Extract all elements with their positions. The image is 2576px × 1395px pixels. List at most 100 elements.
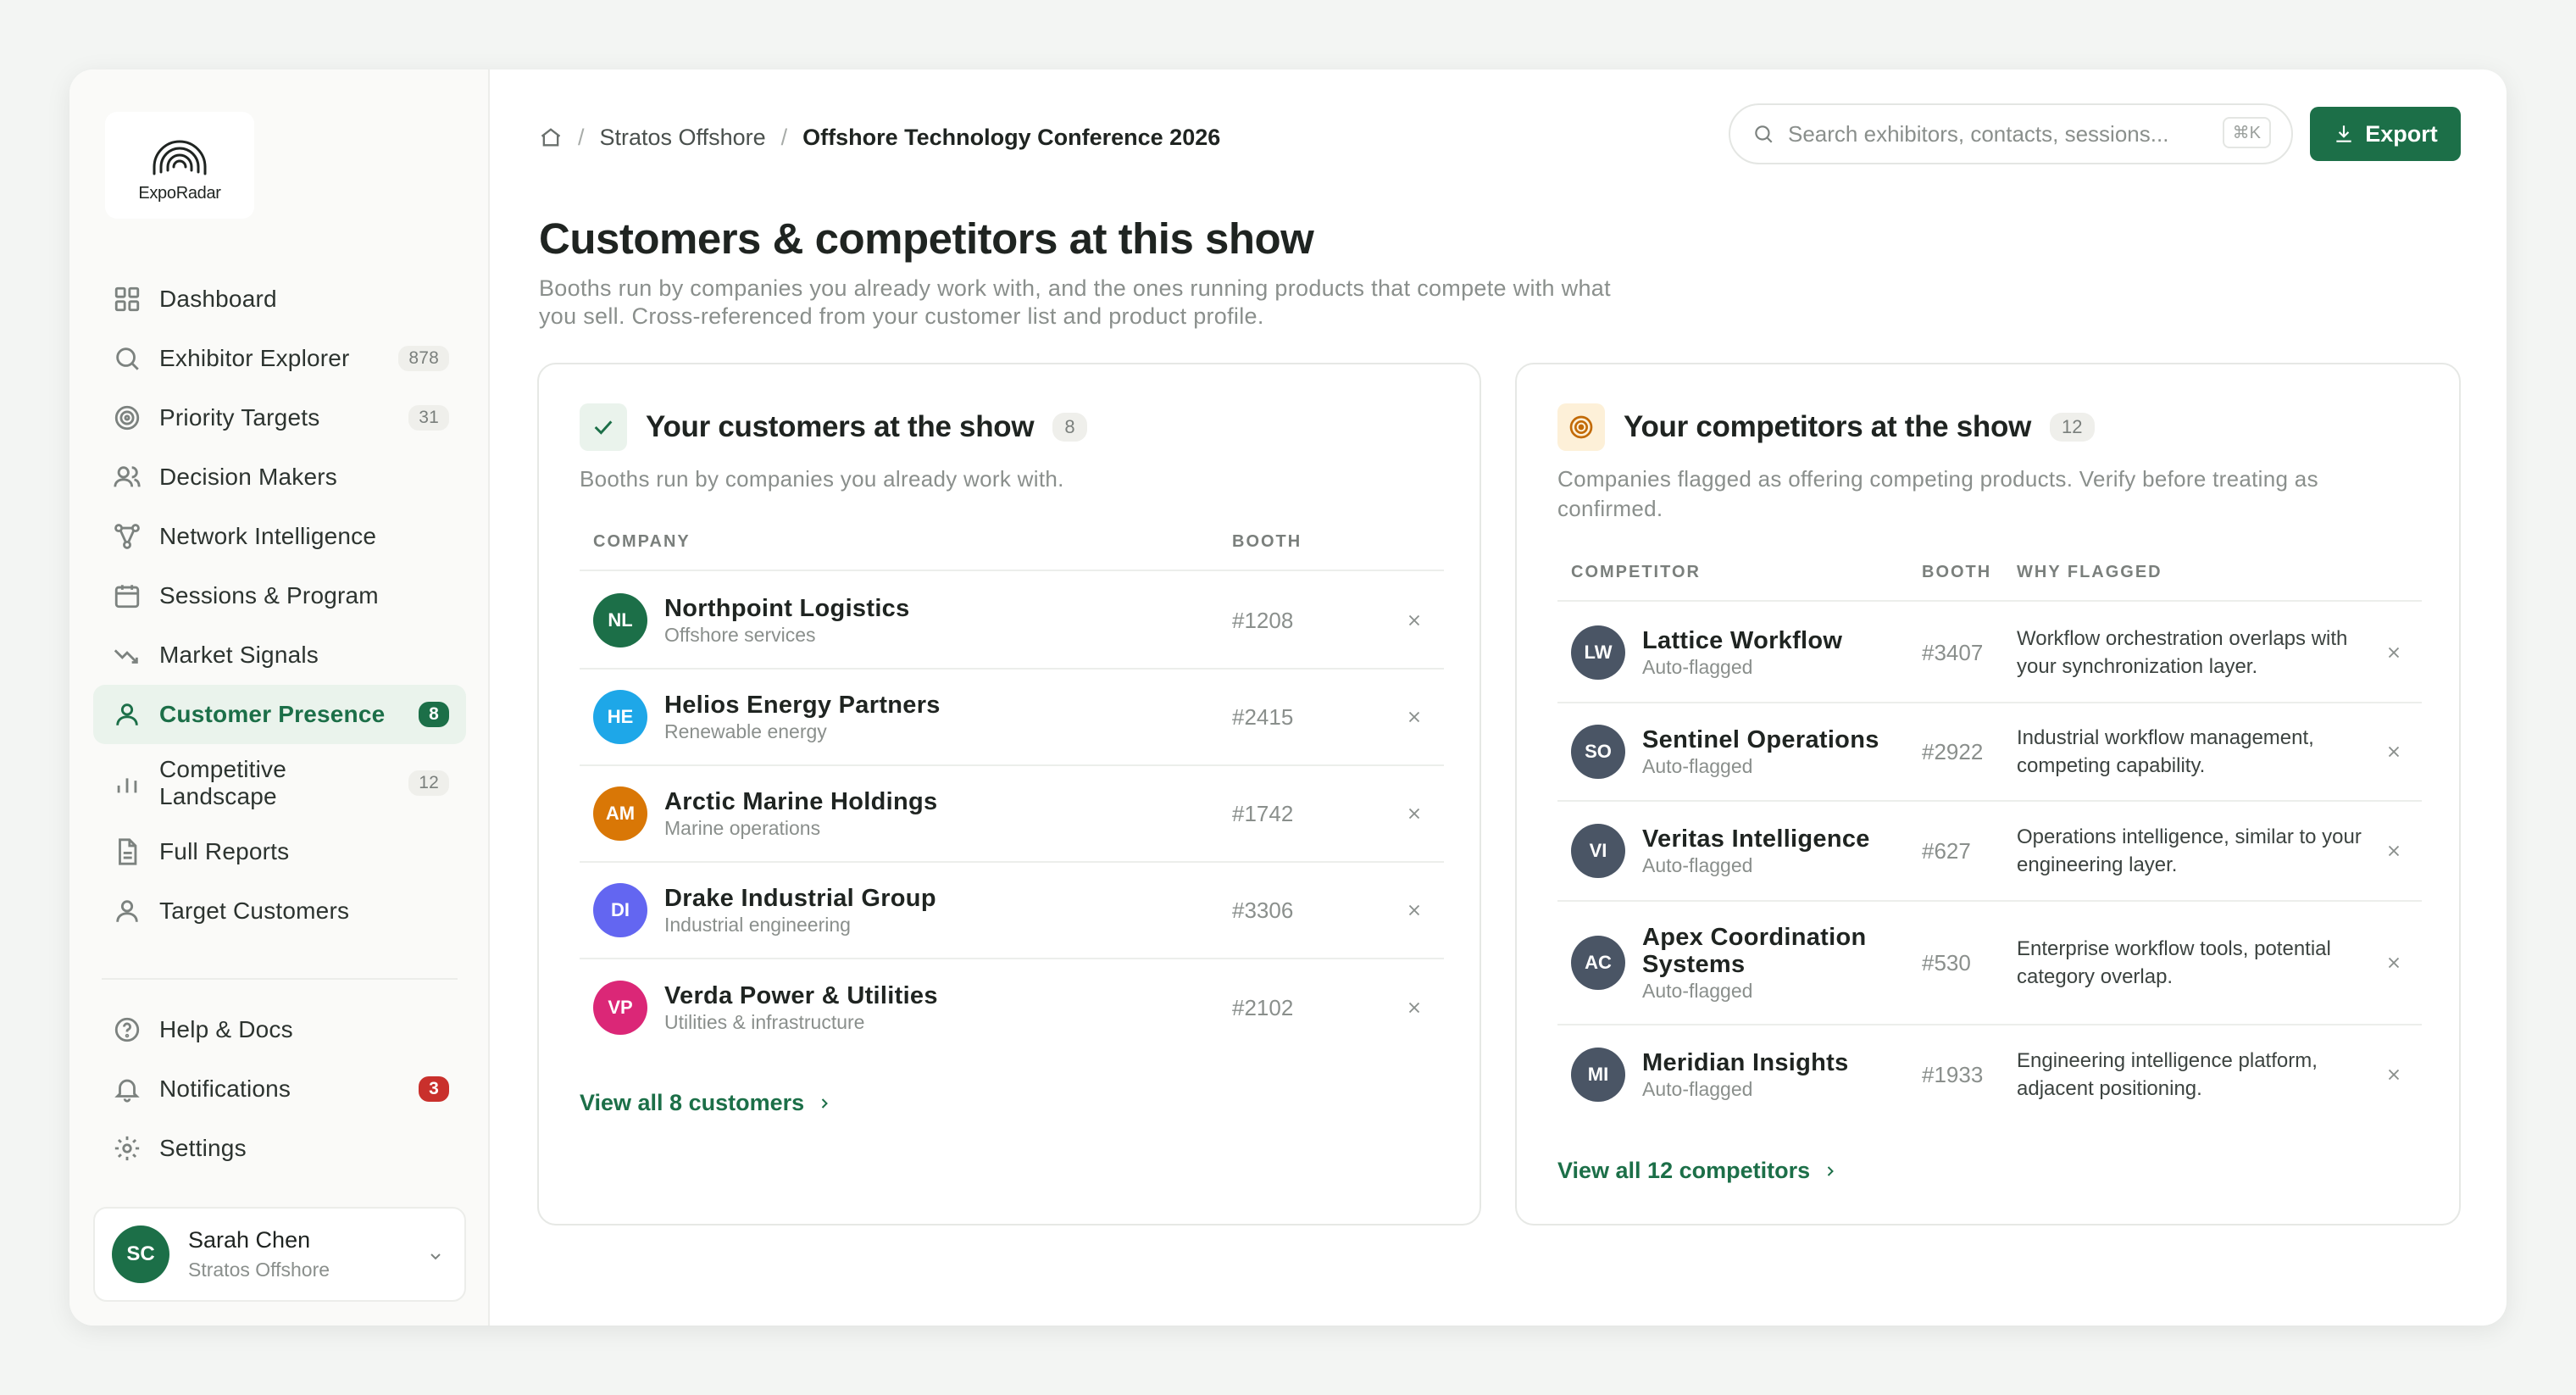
company-avatar: SO xyxy=(1571,725,1625,779)
grid-icon xyxy=(112,284,142,314)
sidebar-item-competitive-landscape[interactable]: Competitive Landscape 12 xyxy=(93,744,466,822)
user-menu[interactable]: SC Sarah Chen Stratos Offshore xyxy=(93,1207,466,1302)
table-header: COMPANY BOOTH xyxy=(580,514,1444,571)
sidebar-item-help-docs[interactable]: Help & Docs xyxy=(93,1000,466,1059)
user-org: Stratos Offshore xyxy=(188,1259,330,1281)
radar-logo-icon xyxy=(153,140,207,175)
sidebar-item-market-signals[interactable]: Market Signals xyxy=(93,625,466,685)
table-row[interactable]: SO Sentinel Operations Auto-flagged #292… xyxy=(1557,703,2422,802)
sidebar-item-priority-targets[interactable]: Priority Targets 31 xyxy=(93,388,466,447)
competitor-name[interactable]: Veritas Intelligence xyxy=(1642,825,1913,853)
calendar-icon xyxy=(112,581,142,611)
close-icon[interactable] xyxy=(1405,708,1424,726)
close-icon[interactable] xyxy=(2384,643,2403,662)
bar-chart-icon xyxy=(112,768,142,798)
competitor-name[interactable]: Meridian Insights xyxy=(1642,1049,1913,1076)
card-subtitle: Booths run by companies you already work… xyxy=(580,466,1064,492)
search-icon xyxy=(1755,125,1773,143)
sidebar-item-target-customers[interactable]: Target Customers xyxy=(93,881,466,941)
user-icon xyxy=(112,896,142,926)
table-row[interactable]: NL Northpoint Logistics Offshore service… xyxy=(580,573,1444,670)
sidebar-item-network-intelligence[interactable]: Network Intelligence xyxy=(93,507,466,566)
sidebar-item-label: Help & Docs xyxy=(159,1016,293,1042)
sidebar-item-label: Market Signals xyxy=(159,642,319,668)
column-header[interactable]: WHY FLAGGED xyxy=(2017,563,2162,582)
sidebar-item-label: Sessions & Program xyxy=(159,582,379,609)
table-row[interactable]: MI Meridian Insights Auto-flagged #1933 … xyxy=(1557,1025,2422,1124)
column-header[interactable]: BOOTH xyxy=(1232,532,1302,552)
sidebar-item-label: Competitive Landscape xyxy=(159,756,287,809)
sidebar-item-label: Notifications xyxy=(159,1075,291,1102)
close-icon[interactable] xyxy=(1405,611,1424,630)
count-badge: 31 xyxy=(408,405,449,431)
competitor-name[interactable]: Sentinel Operations xyxy=(1642,726,1913,753)
company-name[interactable]: Drake Industrial Group xyxy=(664,885,936,912)
close-icon[interactable] xyxy=(1405,804,1424,823)
count-badge: 878 xyxy=(398,346,449,371)
sidebar-item-label: Priority Targets xyxy=(159,404,320,431)
sidebar-item-sessions-program[interactable]: Sessions & Program xyxy=(93,566,466,625)
sidebar-item-decision-makers[interactable]: Decision Makers xyxy=(93,447,466,507)
sidebar-item-full-reports[interactable]: Full Reports xyxy=(93,822,466,881)
export-button[interactable]: Export xyxy=(2310,107,2461,161)
company-sector: Offshore services xyxy=(664,623,816,646)
sidebar-item-exhibitor-explorer[interactable]: Exhibitor Explorer 878 xyxy=(93,329,466,388)
logo-text: ExpoRadar xyxy=(138,183,221,203)
target-icon xyxy=(112,403,142,433)
why-flagged: Industrial workflow management, competin… xyxy=(2017,726,2314,777)
table-row[interactable]: HE Helios Energy Partners Renewable ener… xyxy=(580,670,1444,766)
breadcrumb-item[interactable]: Stratos Offshore xyxy=(600,125,766,151)
view-all-customers-link[interactable]: View all 8 customers xyxy=(580,1090,833,1116)
close-icon[interactable] xyxy=(1405,998,1424,1017)
column-header[interactable]: COMPETITOR xyxy=(1571,563,1701,582)
company-avatar: HE xyxy=(593,690,647,744)
company-name[interactable]: Northpoint Logistics xyxy=(664,595,910,622)
sidebar-item-settings[interactable]: Settings xyxy=(93,1119,466,1178)
competitor-name[interactable]: Apex Coordination Systems xyxy=(1642,924,1888,978)
company-name[interactable]: Verda Power & Utilities xyxy=(664,982,938,1009)
sidebar-item-dashboard[interactable]: Dashboard xyxy=(93,270,466,329)
logo[interactable]: ExpoRadar xyxy=(105,112,254,219)
table-row[interactable]: VP Verda Power & Utilities Utilities & i… xyxy=(580,959,1444,1056)
company-avatar: DI xyxy=(593,883,647,937)
company-name[interactable]: Arctic Marine Holdings xyxy=(664,788,937,815)
close-icon[interactable] xyxy=(2384,842,2403,860)
user-name: Sarah Chen xyxy=(188,1227,311,1253)
table-row[interactable]: DI Drake Industrial Group Industrial eng… xyxy=(580,863,1444,959)
flag-status: Auto-flagged xyxy=(1642,1077,1753,1100)
search-input[interactable] xyxy=(1788,120,2212,147)
company-name[interactable]: Helios Energy Partners xyxy=(664,692,941,719)
company-sector: Renewable energy xyxy=(664,720,827,742)
table-row[interactable]: AM Arctic Marine Holdings Marine operati… xyxy=(580,766,1444,863)
count-badge: 8 xyxy=(419,702,449,727)
sidebar-item-customer-presence[interactable]: Customer Presence 8 xyxy=(93,685,466,744)
why-flagged: Workflow orchestration overlaps with you… xyxy=(2017,627,2348,678)
close-icon[interactable] xyxy=(1405,901,1424,920)
view-all-competitors-link[interactable]: View all 12 competitors xyxy=(1557,1158,1839,1184)
close-icon[interactable] xyxy=(2384,1065,2403,1084)
why-flagged: Enterprise workflow tools, potential cat… xyxy=(2017,937,2331,988)
competitors-card: Your competitors at the show 12 Companie… xyxy=(1515,363,2461,1225)
company-avatar: LW xyxy=(1571,625,1625,680)
column-header[interactable]: BOOTH xyxy=(1922,563,1991,582)
table-row[interactable]: LW Lattice Workflow Auto-flagged #3407 W… xyxy=(1557,603,2422,703)
close-icon[interactable] xyxy=(2384,742,2403,761)
booth-number: #1742 xyxy=(1232,800,1294,826)
bell-icon xyxy=(112,1074,142,1104)
competitor-name[interactable]: Lattice Workflow xyxy=(1642,627,1913,654)
sidebar-item-notifications[interactable]: Notifications 3 xyxy=(93,1059,466,1119)
home-icon[interactable] xyxy=(539,125,563,149)
sidebar-item-label: Settings xyxy=(159,1135,247,1161)
close-icon[interactable] xyxy=(2384,953,2403,972)
table-row[interactable]: VI Veritas Intelligence Auto-flagged #62… xyxy=(1557,802,2422,902)
sidebar: ExpoRadar Dashboard Exhibitor Explorer 8… xyxy=(69,69,490,1326)
breadcrumb: / Stratos Offshore / Offshore Technology… xyxy=(539,120,1220,154)
card-title: Your competitors at the show xyxy=(1624,410,2032,443)
column-header[interactable]: COMPANY xyxy=(593,532,691,552)
notification-badge: 3 xyxy=(419,1076,449,1102)
flag-status: Auto-flagged xyxy=(1642,655,1753,678)
table-row[interactable]: AC Apex Coordination Systems Auto-flagge… xyxy=(1557,902,2422,1025)
search-bar[interactable]: ⌘K xyxy=(1729,103,2293,164)
document-icon xyxy=(112,836,142,867)
sidebar-footer-nav: Help & Docs Notifications 3 Settings xyxy=(93,1000,466,1178)
